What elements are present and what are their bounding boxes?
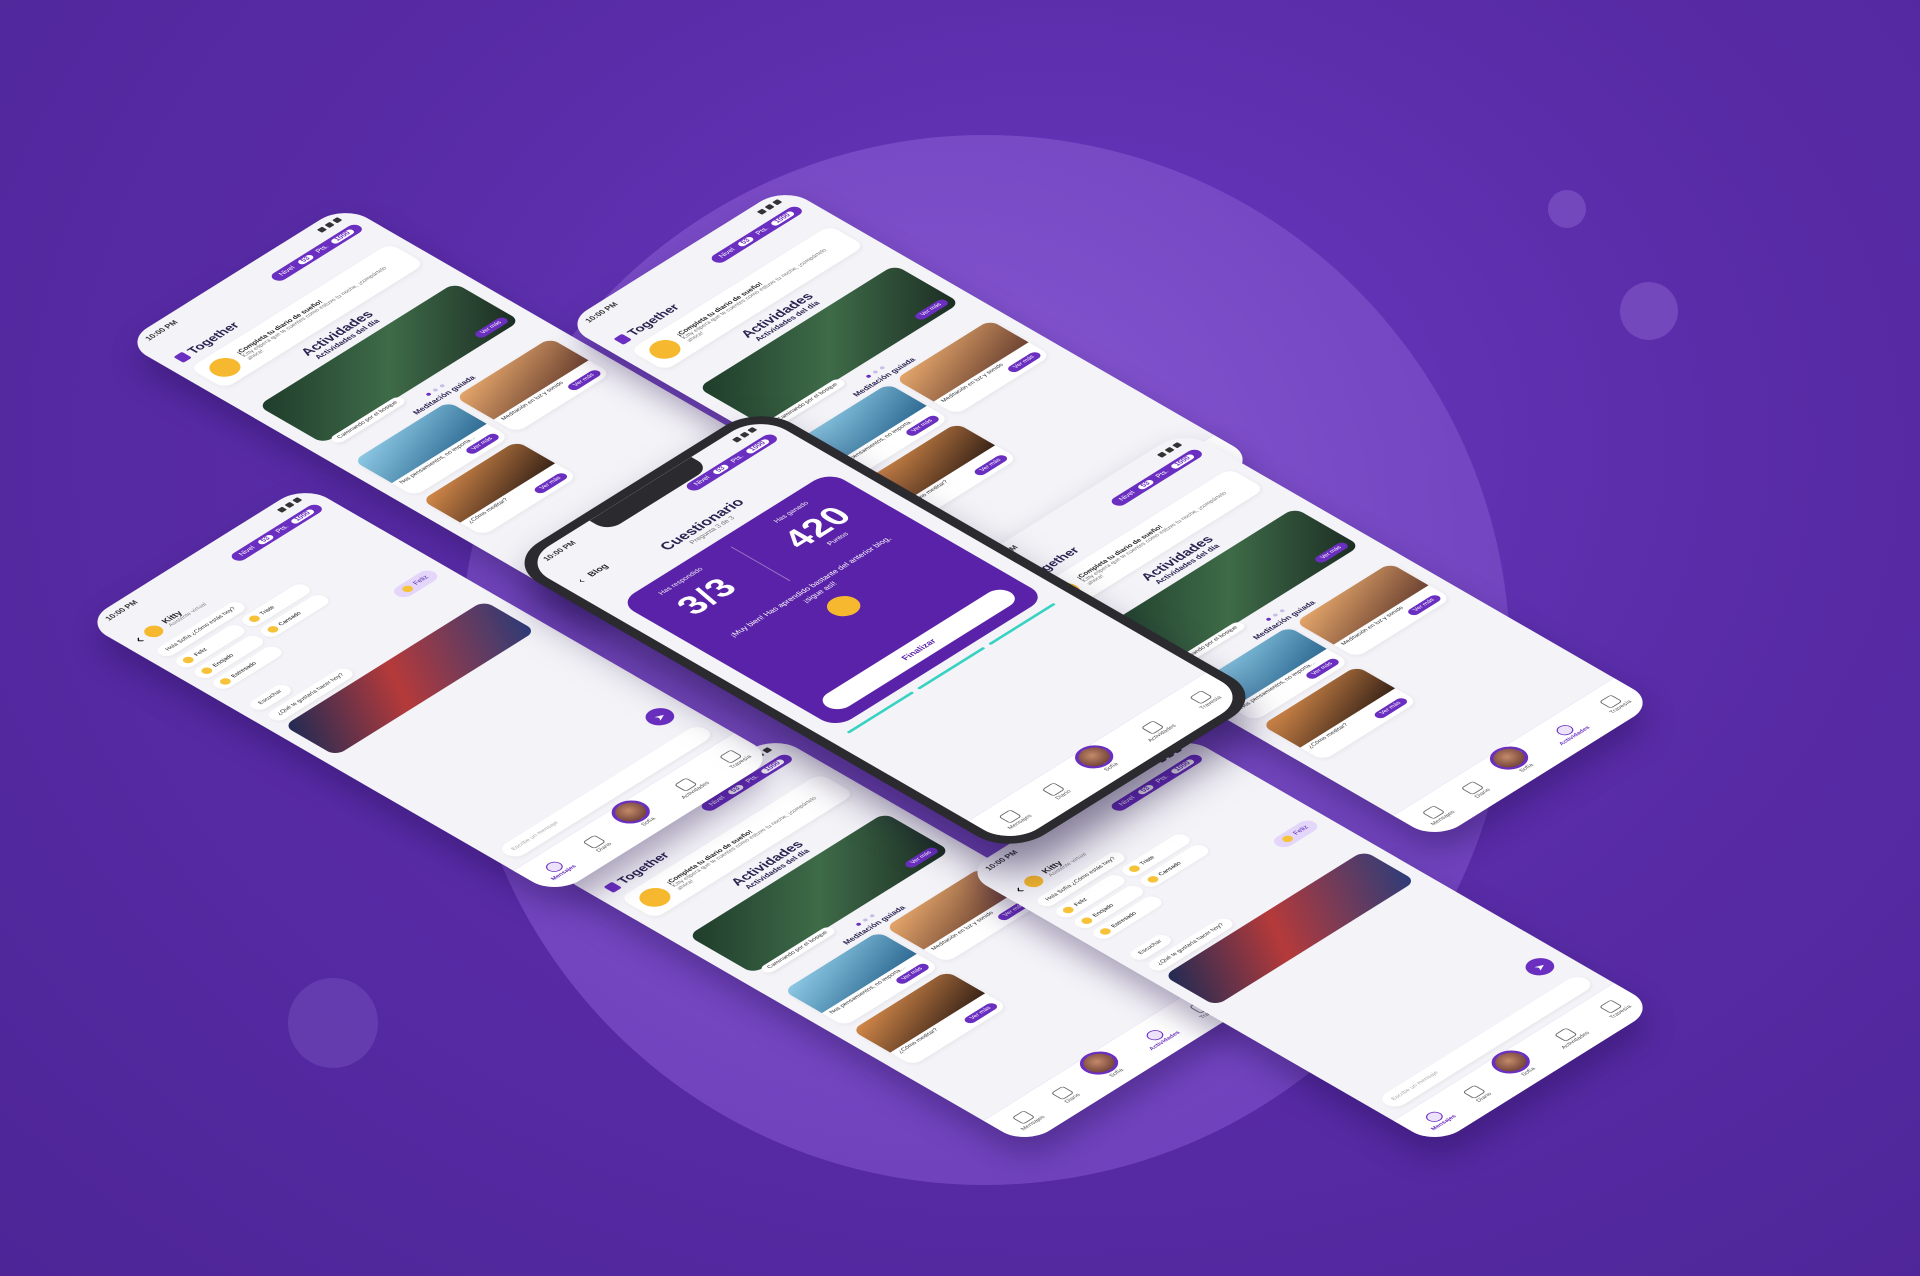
emoji-icon: [264, 625, 281, 635]
kitty-avatar: [140, 623, 168, 640]
back-icon[interactable]: ‹: [130, 634, 150, 646]
tab-activities[interactable]: Actividades: [1547, 1023, 1592, 1050]
selected-mood: Feliz: [390, 568, 442, 600]
kitty-badge-icon: [819, 591, 868, 621]
hero-button[interactable]: Ver más: [1312, 541, 1351, 565]
tab-messages[interactable]: Mensajes: [1417, 1106, 1458, 1131]
tab-profile[interactable]: Sofía: [1482, 741, 1543, 778]
tab-diary[interactable]: Diario: [1050, 1085, 1082, 1104]
tab-journey[interactable]: Travesía: [1595, 692, 1634, 715]
tab-activities[interactable]: Actividades: [1133, 716, 1178, 743]
tab-messages[interactable]: Mensajes: [1007, 1107, 1047, 1132]
bokeh-light: [1548, 190, 1586, 228]
selected-mood: Feliz: [1270, 818, 1322, 850]
tab-diary[interactable]: Diario: [1460, 780, 1492, 799]
emoji-icon: [180, 655, 196, 665]
earned-value: 420: [773, 500, 862, 554]
emoji-icon: [1126, 864, 1142, 874]
emoji-icon: [1060, 905, 1076, 915]
back-icon[interactable]: ‹: [573, 576, 588, 585]
tab-diary[interactable]: Diario: [1041, 782, 1073, 801]
bokeh-light: [288, 978, 378, 1068]
tab-profile[interactable]: Sofía: [1072, 1046, 1133, 1083]
emoji-icon: [1097, 926, 1113, 937]
tab-messages[interactable]: Mensajes: [993, 806, 1034, 831]
tab-activities[interactable]: Actividades: [1135, 1023, 1182, 1051]
send-icon[interactable]: ➤: [639, 704, 681, 729]
back-icon[interactable]: ‹: [1010, 884, 1030, 896]
tab-journey[interactable]: Travesía: [715, 747, 753, 770]
divider: [731, 546, 791, 581]
points-label: Pts.: [314, 244, 331, 254]
hero-button[interactable]: Ver más: [472, 316, 511, 340]
tab-profile[interactable]: Sofía: [604, 795, 665, 832]
tab-diary[interactable]: Diario: [1462, 1084, 1494, 1103]
logo-icon: [612, 333, 632, 345]
tab-diary[interactable]: Diario: [582, 834, 614, 853]
emoji-icon: [1144, 875, 1161, 885]
emoji-icon: [400, 584, 416, 594]
emoji-icon: [246, 614, 262, 624]
tab-profile[interactable]: Sofía: [1484, 1045, 1545, 1082]
tab-messages[interactable]: Mensajes: [1417, 802, 1457, 827]
tab-journey[interactable]: Travesía: [1595, 997, 1633, 1020]
hero-button[interactable]: Ver más: [912, 298, 951, 322]
kitty-avatar: [202, 354, 247, 381]
logo-icon: [172, 351, 192, 363]
hero-button[interactable]: Ver más: [902, 846, 941, 870]
emoji-icon: [199, 666, 215, 676]
tab-activities[interactable]: Actividades: [1545, 718, 1592, 746]
emoji-icon: [1079, 916, 1095, 926]
emoji-icon: [217, 676, 233, 687]
tab-profile[interactable]: Sofía: [1066, 740, 1128, 778]
bokeh-light: [1620, 282, 1678, 340]
tab-journey[interactable]: Travesía: [1185, 688, 1224, 711]
logo-icon: [602, 881, 622, 893]
emoji-icon: [1280, 834, 1296, 844]
tab-messages[interactable]: Mensajes: [537, 856, 578, 881]
send-icon[interactable]: ➤: [1519, 954, 1561, 979]
tab-activities[interactable]: Actividades: [667, 773, 712, 800]
